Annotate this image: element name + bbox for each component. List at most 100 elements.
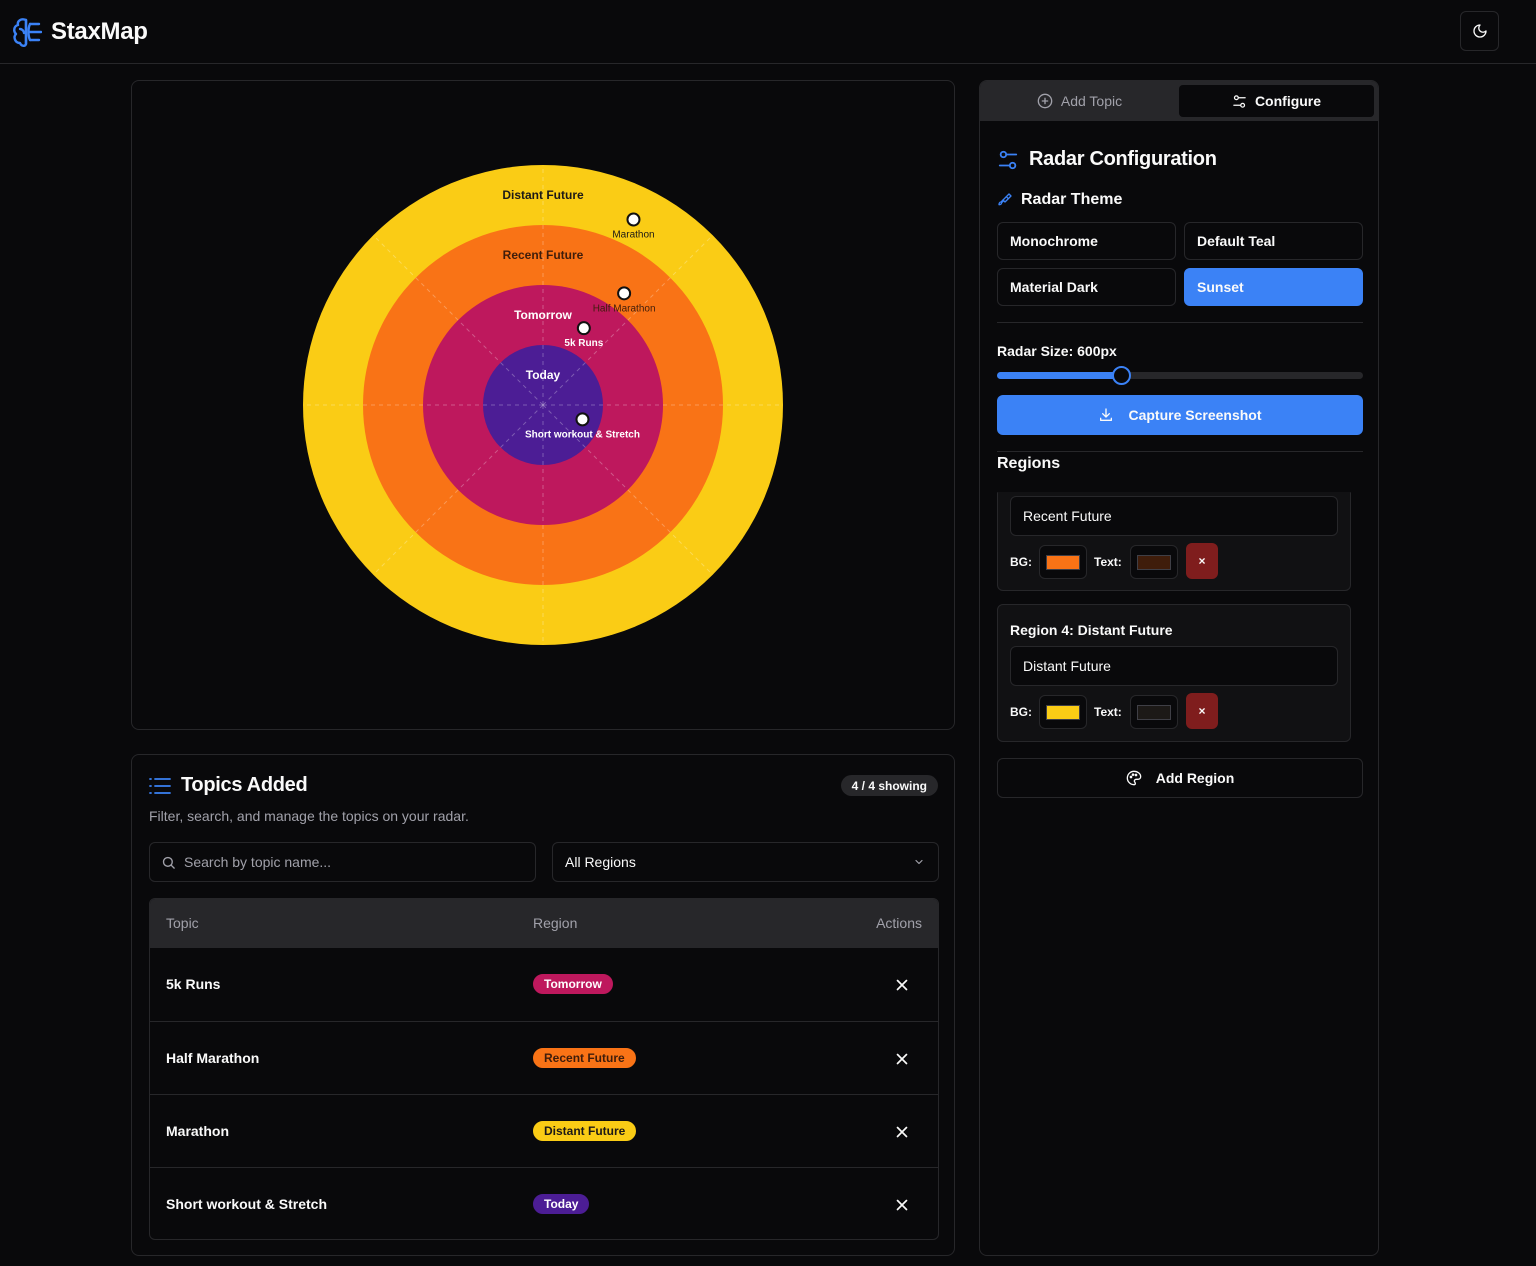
region-filter-value: All Regions	[565, 854, 636, 870]
region-name-input[interactable]: Distant Future	[1010, 646, 1338, 686]
column-region: Region	[533, 915, 578, 931]
capture-screenshot-button[interactable]: Capture Screenshot	[997, 395, 1363, 435]
close-icon	[896, 1053, 908, 1065]
text-color-swatch	[1137, 704, 1171, 720]
region-filter-select[interactable]: All Regions	[552, 842, 939, 882]
regions-title: Regions	[997, 455, 1061, 472]
bg-color-picker[interactable]	[1039, 545, 1087, 579]
delete-topic-button[interactable]	[892, 1122, 912, 1142]
divider	[997, 451, 1363, 452]
radar-card: Distant Future Recent Future Tomorrow Today…	[131, 80, 955, 730]
radar-point-label: 5k Runs	[564, 338, 603, 349]
theme-toggle-button[interactable]	[1460, 11, 1499, 51]
topic-name: Half Marathon	[166, 1050, 260, 1066]
radar-point-label: Short workout & Stretch	[525, 429, 640, 440]
delete-region-button[interactable]: ×	[1186, 543, 1218, 579]
paintbrush-icon	[998, 193, 1012, 206]
region-badge: Recent Future	[533, 1048, 636, 1068]
chevron-down-icon	[915, 859, 923, 865]
config-header: Radar Configuration	[997, 148, 1217, 171]
close-icon	[896, 1199, 908, 1211]
column-actions: Actions	[876, 915, 922, 931]
showing-count-badge: 4 / 4 showing	[840, 775, 938, 796]
config-title: Radar Configuration	[1029, 148, 1217, 170]
tab-configure[interactable]: Configure	[1179, 85, 1374, 117]
list-icon	[149, 777, 171, 794]
region-badge: Distant Future	[533, 1121, 637, 1141]
bg-label: BG:	[1010, 705, 1032, 719]
moon-icon	[1472, 24, 1487, 38]
radar-ring-label: Tomorrow	[514, 308, 572, 322]
radar-point	[626, 212, 641, 227]
theme-title: Radar Theme	[1021, 191, 1123, 208]
table-header: Topic Region Actions	[150, 899, 938, 948]
radar-point	[575, 412, 590, 427]
topics-description: Filter, search, and manage the topics on…	[149, 808, 469, 824]
slider-thumb[interactable]	[1112, 366, 1132, 385]
delete-topic-button[interactable]	[892, 975, 912, 995]
topic-name: 5k Runs	[166, 976, 221, 992]
theme-header: Radar Theme	[997, 191, 1122, 209]
brain-icon	[13, 18, 42, 47]
close-icon	[896, 1126, 908, 1138]
text-color-picker[interactable]	[1130, 695, 1178, 729]
region-recent-future: Recent Future BG: Text: ×	[997, 492, 1351, 591]
sliders-icon	[998, 150, 1018, 169]
search-icon	[162, 856, 175, 869]
theme-material-dark-button[interactable]: Material Dark	[997, 268, 1176, 306]
radar-point-label: Half Marathon	[593, 303, 656, 314]
bg-label: BG:	[1010, 555, 1032, 569]
theme-monochrome-button[interactable]: Monochrome	[997, 222, 1176, 260]
topics-header: Topics Added	[149, 774, 308, 797]
radar-size-slider[interactable]	[997, 366, 1363, 385]
radar-size-label: Radar Size: 600px	[997, 343, 1117, 359]
app-logo[interactable]: StaxMap	[12, 16, 148, 48]
text-label: Text:	[1094, 705, 1122, 719]
text-label: Text:	[1094, 555, 1122, 569]
topics-card: Topics Added 4 / 4 showing Filter, searc…	[131, 754, 955, 1256]
text-color-swatch	[1137, 554, 1171, 570]
tab-configure-label: Configure	[1254, 93, 1322, 109]
add-region-button[interactable]: Add Region	[997, 758, 1363, 798]
sliders-icon	[1233, 94, 1246, 108]
add-region-label: Add Region	[1155, 770, 1235, 786]
theme-default-teal-button[interactable]: Default Teal	[1184, 222, 1363, 260]
tab-add-topic[interactable]: Add Topic	[984, 85, 1175, 117]
theme-sunset-button[interactable]: Sunset	[1184, 268, 1363, 306]
palette-icon	[1126, 770, 1142, 786]
region-name-input[interactable]: Recent Future	[1010, 496, 1338, 536]
delete-region-button[interactable]: ×	[1186, 693, 1218, 729]
divider	[997, 322, 1363, 323]
region-badge: Tomorrow	[533, 974, 613, 994]
topics-title: Topics Added	[181, 774, 308, 796]
search-box	[149, 842, 536, 882]
table-row: Short workout & Stretch Today	[150, 1167, 938, 1239]
radar-point-label: Marathon	[612, 229, 654, 240]
topics-table: Topic Region Actions 5k Runs Tomorrow Half…	[149, 898, 939, 1240]
close-icon	[896, 979, 908, 991]
column-topic: Topic	[166, 915, 199, 931]
slider-fill	[997, 372, 1122, 379]
bg-color-swatch	[1046, 554, 1080, 570]
delete-topic-button[interactable]	[892, 1195, 912, 1215]
tab-add-topic-label: Add Topic	[1060, 93, 1123, 109]
text-color-picker[interactable]	[1130, 545, 1178, 579]
radar-ring-label: Recent Future	[503, 248, 584, 262]
capture-screenshot-label: Capture Screenshot	[1128, 407, 1262, 423]
radar-point	[576, 321, 591, 336]
radar-chart[interactable]: Distant Future Recent Future Tomorrow Today…	[132, 81, 954, 729]
table-row: 5k Runs Tomorrow	[150, 948, 938, 1021]
topic-name: Marathon	[166, 1123, 229, 1139]
region-distant-future: Region 4: Distant Future Distant Future …	[997, 604, 1351, 742]
table-row: Half Marathon Recent Future	[150, 1021, 938, 1094]
region-title: Region 4: Distant Future	[1010, 622, 1173, 638]
app-title: StaxMap	[51, 18, 148, 45]
topic-name: Short workout & Stretch	[166, 1196, 328, 1212]
bg-color-picker[interactable]	[1039, 695, 1087, 729]
radar-ring-label: Distant Future	[502, 188, 584, 202]
search-input[interactable]	[184, 854, 524, 870]
panel-tabs: Add Topic Configure	[980, 81, 1378, 121]
delete-topic-button[interactable]	[892, 1049, 912, 1069]
download-icon	[1100, 408, 1113, 421]
plus-circle-icon	[1037, 93, 1053, 109]
